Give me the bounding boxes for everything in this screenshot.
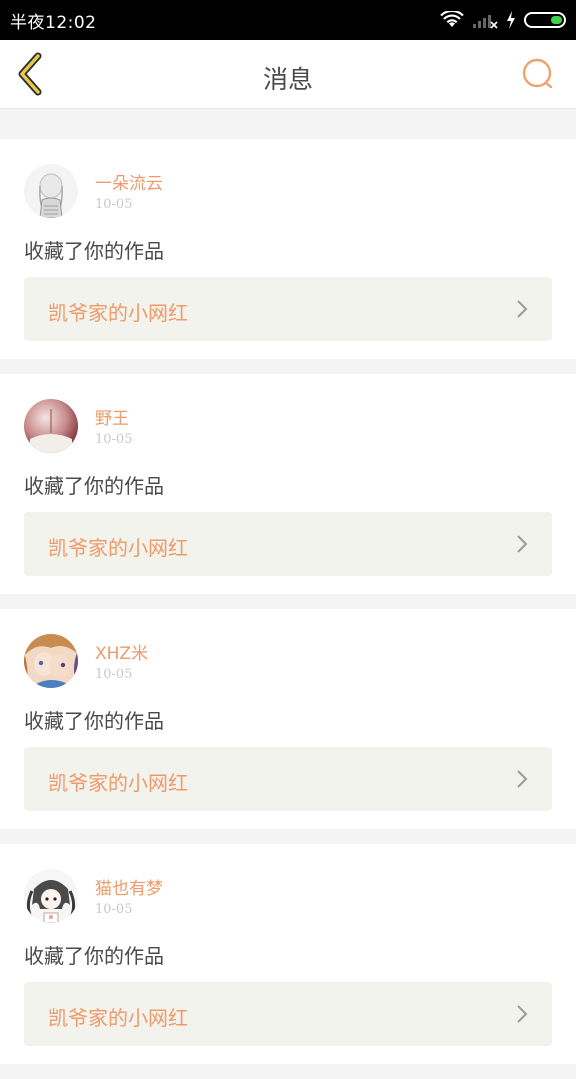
message-text: 收藏了你的作品 — [24, 709, 164, 733]
username[interactable]: 野王 — [95, 404, 129, 429]
battery-icon — [524, 12, 566, 28]
message-item: 猫也有梦 10-05 收藏了你的作品 凯爷家的小网红 — [0, 844, 576, 1064]
status-time: 半夜12:02 — [10, 12, 97, 33]
page-title: 消息 — [262, 65, 313, 94]
search-icon — [522, 58, 553, 89]
signal-icon — [473, 15, 498, 29]
message-text: 收藏了你的作品 — [24, 239, 164, 263]
message-text: 收藏了你的作品 — [24, 474, 164, 498]
work-link[interactable]: 凯爷家的小网红 — [24, 982, 552, 1046]
status-bar: 半夜12:02 — [0, 0, 576, 40]
search-button[interactable] — [520, 56, 556, 92]
message-text: 收藏了你的作品 — [24, 944, 164, 968]
avatar[interactable] — [24, 869, 78, 923]
chevron-right-icon — [517, 1005, 528, 1023]
charging-icon — [507, 11, 515, 29]
message-list: 一朵流云 10-05 收藏了你的作品 凯爷家的小网红 野王 10-05 收藏了你… — [0, 124, 576, 1079]
chevron-right-icon — [517, 770, 528, 788]
work-title: 凯爷家的小网红 — [48, 771, 188, 795]
work-title: 凯爷家的小网红 — [48, 301, 188, 325]
chevron-right-icon — [517, 535, 528, 553]
work-title: 凯爷家的小网红 — [48, 536, 188, 560]
username[interactable]: 一朵流云 — [95, 169, 163, 194]
message-date: 10-05 — [95, 902, 133, 917]
top-nav-bar: 消息 — [0, 40, 576, 109]
avatar[interactable] — [24, 634, 78, 688]
username[interactable]: 猫也有梦 — [95, 874, 163, 899]
status-icons — [440, 11, 566, 29]
message-date: 10-05 — [95, 667, 133, 682]
message-item: XHZ米 10-05 收藏了你的作品 凯爷家的小网红 — [0, 609, 576, 829]
work-link[interactable]: 凯爷家的小网红 — [24, 277, 552, 341]
work-title: 凯爷家的小网红 — [48, 1006, 188, 1030]
message-item: 野王 10-05 收藏了你的作品 凯爷家的小网红 — [0, 374, 576, 594]
chevron-right-icon — [517, 300, 528, 318]
avatar[interactable] — [24, 399, 78, 453]
wifi-icon — [440, 11, 464, 27]
avatar[interactable] — [24, 164, 78, 218]
message-item: 一朵流云 10-05 收藏了你的作品 凯爷家的小网红 — [0, 139, 576, 359]
work-link[interactable]: 凯爷家的小网红 — [24, 747, 552, 811]
work-link[interactable]: 凯爷家的小网红 — [24, 512, 552, 576]
username[interactable]: XHZ米 — [95, 639, 148, 664]
message-date: 10-05 — [95, 432, 133, 447]
message-date: 10-05 — [95, 197, 133, 212]
